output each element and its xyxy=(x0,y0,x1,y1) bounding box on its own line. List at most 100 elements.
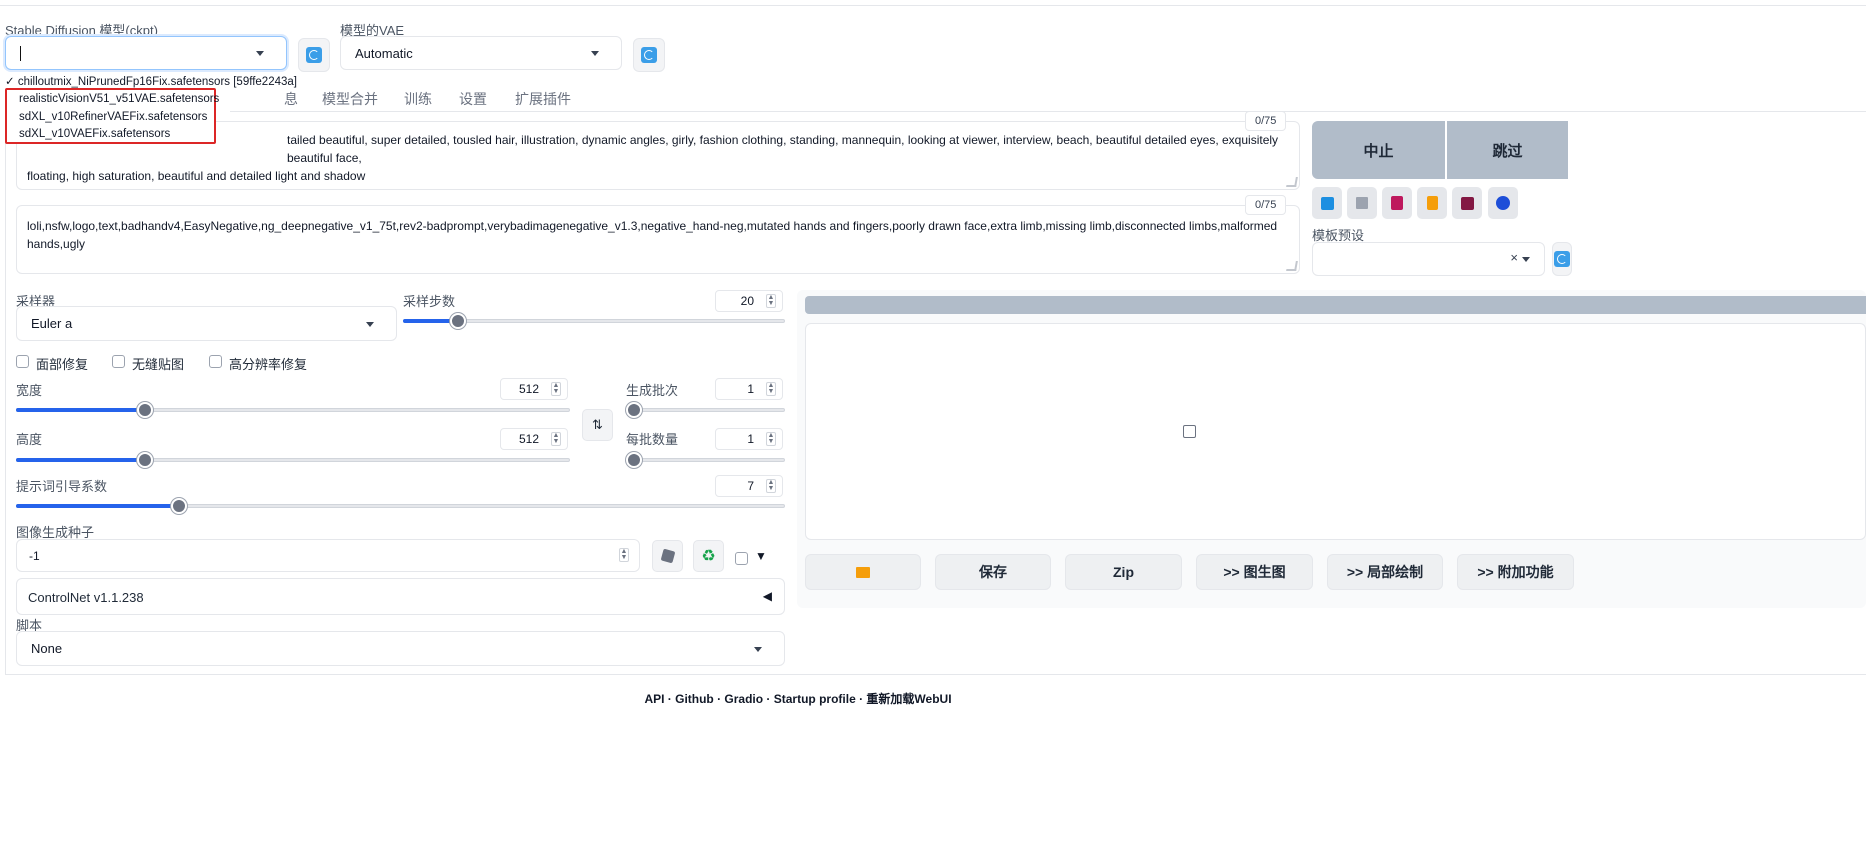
main-left-border xyxy=(5,111,6,674)
spinner-icon[interactable]: ▲ ▼ xyxy=(766,382,776,396)
paste-params-button[interactable] xyxy=(1312,187,1342,219)
style-refresh-button[interactable] xyxy=(1552,242,1572,276)
chevron-down-icon xyxy=(366,321,374,327)
tab-model-merge[interactable]: 模型合并 xyxy=(322,89,378,109)
negative-prompt-textarea[interactable]: loli,nsfw,logo,text,badhandv4,EasyNegati… xyxy=(16,205,1300,274)
spinner-icon[interactable]: ▲ ▼ xyxy=(551,382,561,396)
save-button[interactable]: 保存 xyxy=(935,554,1051,590)
batch-size-label: 每批数量 xyxy=(626,432,679,447)
width-number-input[interactable]: 512 ▲ ▼ xyxy=(500,378,568,400)
batch-size-slider-thumb[interactable] xyxy=(626,452,642,468)
tab-partial[interactable]: 息 xyxy=(284,89,298,109)
spinner-icon[interactable]: ▲ ▼ xyxy=(619,548,629,562)
collapse-triangle-icon: ◀ xyxy=(762,589,772,603)
dice-icon xyxy=(660,548,675,564)
tiling-checkbox[interactable] xyxy=(112,355,125,368)
card-icon xyxy=(1391,196,1403,210)
batch-size-slider-track[interactable] xyxy=(626,458,785,462)
height-number-input[interactable]: 512 ▲ ▼ xyxy=(500,428,568,450)
ckpt-select[interactable] xyxy=(5,36,287,70)
swap-arrows-icon: ⇅ xyxy=(592,417,603,432)
zip-button[interactable]: Zip xyxy=(1065,554,1182,590)
arrow-icon xyxy=(1320,196,1334,210)
recycle-icon: ♻ xyxy=(701,548,716,565)
reuse-seed-button[interactable]: ♻ xyxy=(693,540,724,572)
tab-extensions[interactable]: 扩展插件 xyxy=(515,89,571,109)
chevron-down-icon xyxy=(591,51,599,56)
resize-grip-icon[interactable] xyxy=(1286,261,1298,271)
steps-value: 20 xyxy=(740,294,754,308)
extra-networks-button[interactable] xyxy=(1382,187,1412,219)
batch-count-number-input[interactable]: 1 ▲ ▼ xyxy=(715,378,783,400)
expand-triangle-icon[interactable]: ▼ xyxy=(755,549,767,563)
dropdown-option[interactable]: realisticVisionV51_v51VAE.safetensors xyxy=(19,93,219,105)
send-to-inpaint-button[interactable]: >> 局部绘制 xyxy=(1327,554,1443,590)
dropdown-option[interactable]: sdXL_v10VAEFix.safetensors xyxy=(19,128,170,140)
prompt-line-1: tailed beautiful, super detailed, tousle… xyxy=(287,133,1279,165)
script-select[interactable]: None xyxy=(16,631,785,666)
dropdown-current-item: ✓ chilloutmix_NiPrunedFp16Fix.safetensor… xyxy=(5,76,297,88)
chevron-down-icon xyxy=(1522,257,1530,262)
extra-seed-checkbox[interactable] xyxy=(735,552,748,565)
save-style-button[interactable] xyxy=(1452,187,1482,219)
cfg-number-input[interactable]: 7 ▲ ▼ xyxy=(715,475,783,497)
clear-prompt-button[interactable] xyxy=(1347,187,1377,219)
text-caret xyxy=(20,46,21,61)
controlnet-label: ControlNet v1.1.238 xyxy=(28,590,144,605)
resize-grip-icon[interactable] xyxy=(1286,177,1298,187)
image-placeholder-icon xyxy=(1183,425,1196,438)
height-slider-thumb[interactable] xyxy=(137,452,153,468)
generate-forever-button[interactable] xyxy=(1488,187,1518,219)
seed-value: -1 xyxy=(29,549,40,563)
top-divider xyxy=(0,5,1866,6)
script-select-value: None xyxy=(31,641,63,656)
clipboard-icon xyxy=(1426,196,1438,210)
batch-count-slider-thumb[interactable] xyxy=(626,402,642,418)
batch-size-number-input[interactable]: 1 ▲ ▼ xyxy=(715,428,783,450)
tab-train[interactable]: 训练 xyxy=(404,89,432,109)
width-slider-thumb[interactable] xyxy=(137,402,153,418)
sampler-select[interactable]: Euler a xyxy=(16,306,397,341)
dropdown-option[interactable]: sdXL_v10RefinerVAEFix.safetensors xyxy=(19,111,207,123)
tiling-label: 无缝贴图 xyxy=(132,357,185,372)
refresh-icon xyxy=(1554,251,1570,267)
hires-fix-checkbox[interactable] xyxy=(209,355,222,368)
image-gallery[interactable] xyxy=(805,323,1866,540)
steps-slider-thumb[interactable] xyxy=(450,313,466,329)
negative-token-counter: 0/75 xyxy=(1245,195,1287,215)
batch-count-slider-track[interactable] xyxy=(626,408,785,412)
ckpt-refresh-button[interactable] xyxy=(298,38,330,72)
ckpt-dropdown-list: realisticVisionV51_v51VAE.safetensors sd… xyxy=(5,88,219,144)
height-value: 512 xyxy=(518,432,539,446)
steps-number-input[interactable]: 20 ▲ ▼ xyxy=(715,290,783,312)
interrupt-button[interactable]: 中止 xyxy=(1312,121,1445,179)
batch-count-label: 生成批次 xyxy=(626,383,679,398)
swap-dimensions-button[interactable]: ⇅ xyxy=(582,409,613,441)
tab-settings[interactable]: 设置 xyxy=(459,89,487,109)
footer-links[interactable]: API · Github · Gradio · Startup profile … xyxy=(0,690,1596,707)
folder-icon xyxy=(856,566,870,578)
vae-select[interactable]: Automatic xyxy=(340,36,622,70)
open-folder-button[interactable] xyxy=(805,554,921,590)
width-value: 512 xyxy=(518,382,539,396)
send-to-img2img-button[interactable]: >> 图生图 xyxy=(1196,554,1313,590)
width-slider-fill xyxy=(16,408,146,412)
seed-input[interactable]: -1 ▲ ▼ xyxy=(16,539,640,572)
style-preset-select[interactable]: × xyxy=(1312,242,1545,276)
progress-bar xyxy=(805,296,1866,314)
cfg-label: 提示词引导系数 xyxy=(16,479,108,494)
apply-style-button[interactable] xyxy=(1417,187,1447,219)
skip-button[interactable]: 跳过 xyxy=(1447,121,1568,179)
spinner-icon[interactable]: ▲ ▼ xyxy=(551,432,561,446)
spinner-icon[interactable]: ▲ ▼ xyxy=(766,479,776,493)
cfg-slider-thumb[interactable] xyxy=(171,498,187,514)
send-to-extras-button[interactable]: >> 附加功能 xyxy=(1457,554,1574,590)
vae-refresh-button[interactable] xyxy=(633,38,665,72)
random-seed-button[interactable] xyxy=(652,540,683,572)
width-label: 宽度 xyxy=(16,383,43,398)
close-icon[interactable]: × xyxy=(1510,250,1518,265)
face-restore-checkbox[interactable] xyxy=(16,355,29,368)
controlnet-accordion[interactable]: ControlNet v1.1.238 ◀ xyxy=(16,578,785,615)
spinner-icon[interactable]: ▲ ▼ xyxy=(766,294,776,308)
spinner-icon[interactable]: ▲ ▼ xyxy=(766,432,776,446)
